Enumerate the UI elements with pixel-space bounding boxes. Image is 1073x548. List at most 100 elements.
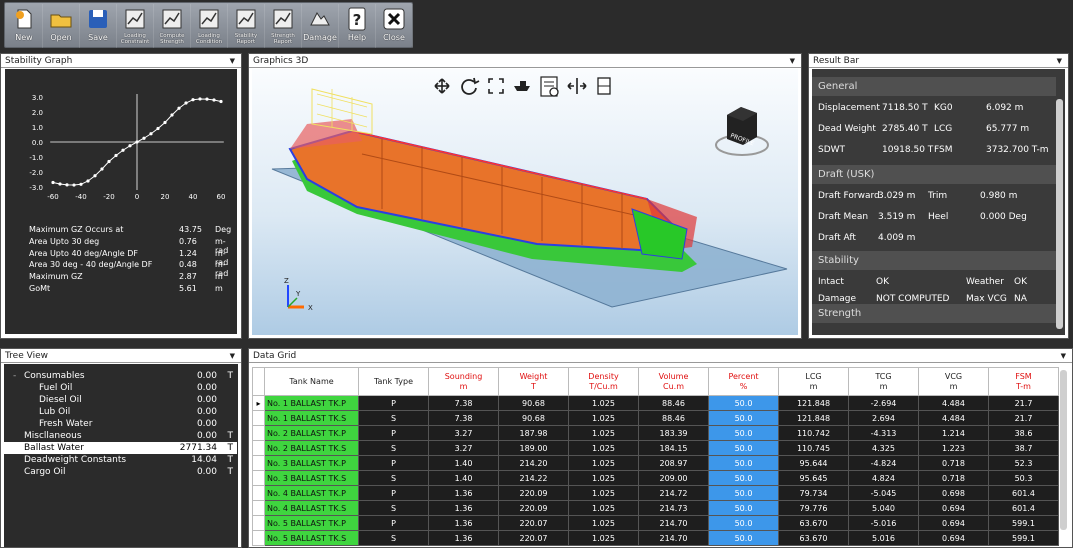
compute-strength-button[interactable]: Compute Strength: [154, 4, 191, 48]
table-cell[interactable]: 1.025: [568, 485, 639, 501]
column-header[interactable]: LCG m: [778, 367, 849, 396]
table-row[interactable]: No. 4 BALLAST TK.P P 1.36 220.09 1.025 214.72…: [252, 485, 1059, 501]
save-button[interactable]: Save: [80, 4, 117, 48]
table-cell[interactable]: 1.025: [568, 455, 639, 471]
table-cell[interactable]: 50.0: [708, 395, 779, 411]
table-cell[interactable]: 209.00: [638, 470, 709, 486]
result-scrollbar[interactable]: [1056, 99, 1063, 329]
table-cell[interactable]: 0.694: [918, 515, 989, 531]
panel-menu-arrow-icon[interactable]: ▼: [230, 54, 235, 68]
table-cell[interactable]: 1.025: [568, 395, 639, 411]
column-header[interactable]: VCG m: [918, 367, 989, 396]
table-cell[interactable]: 4.824: [848, 470, 919, 486]
table-cell[interactable]: 601.4: [988, 500, 1059, 516]
column-header[interactable]: FSM T-m: [988, 367, 1059, 396]
table-cell[interactable]: No. 2 BALLAST TK.S: [264, 440, 359, 456]
panel-menu-arrow-icon[interactable]: ▼: [790, 54, 795, 68]
table-cell[interactable]: P: [358, 485, 429, 501]
loading-constraint-button[interactable]: Loading Constraint: [117, 4, 154, 48]
table-cell[interactable]: S: [358, 500, 429, 516]
table-row[interactable]: No. 5 BALLAST TK.S S 1.36 220.07 1.025 214.70…: [252, 530, 1059, 546]
table-cell[interactable]: S: [358, 410, 429, 426]
row-header[interactable]: [252, 515, 265, 531]
strength-report-button[interactable]: Strength Report: [265, 4, 302, 48]
table-cell[interactable]: No. 4 BALLAST TK.P: [264, 485, 359, 501]
table-cell[interactable]: 50.0: [708, 485, 779, 501]
row-header[interactable]: [252, 455, 265, 471]
row-header[interactable]: ▸: [252, 395, 265, 411]
table-cell[interactable]: 1.214: [918, 425, 989, 441]
table-cell[interactable]: 214.22: [498, 470, 569, 486]
ship-view-icon[interactable]: [514, 81, 530, 91]
table-cell[interactable]: No. 4 BALLAST TK.S: [264, 500, 359, 516]
table-cell[interactable]: 50.0: [708, 515, 779, 531]
table-row[interactable]: No. 2 BALLAST TK.S S 3.27 189.00 1.025 184.15…: [252, 440, 1059, 456]
table-cell[interactable]: 0.698: [918, 485, 989, 501]
table-cell[interactable]: No. 1 BALLAST TK.S: [264, 410, 359, 426]
table-cell[interactable]: 220.09: [498, 500, 569, 516]
result-section-general[interactable]: General: [812, 77, 1056, 96]
table-row[interactable]: No. 3 BALLAST TK.P P 1.40 214.20 1.025 208.97…: [252, 455, 1059, 471]
tree-item[interactable]: Diesel Oil 0.00: [4, 394, 237, 406]
table-cell[interactable]: 50.0: [708, 500, 779, 516]
table-cell[interactable]: 214.20: [498, 455, 569, 471]
table-cell[interactable]: 5.016: [848, 530, 919, 546]
table-cell[interactable]: 50.3: [988, 470, 1059, 486]
table-cell[interactable]: 50.0: [708, 410, 779, 426]
panel-menu-arrow-icon[interactable]: ▼: [230, 349, 235, 363]
column-header[interactable]: TCG m: [848, 367, 919, 396]
table-cell[interactable]: 183.39: [638, 425, 709, 441]
table-cell[interactable]: 1.40: [428, 455, 499, 471]
table-row[interactable]: No. 1 BALLAST TK.S S 7.38 90.68 1.025 88.46 50…: [252, 410, 1059, 426]
table-cell[interactable]: 50.0: [708, 440, 779, 456]
table-cell[interactable]: 214.70: [638, 515, 709, 531]
grid-scrollbar[interactable]: [1060, 370, 1067, 530]
table-cell[interactable]: 1.025: [568, 470, 639, 486]
row-header[interactable]: [252, 485, 265, 501]
table-cell[interactable]: 1.36: [428, 530, 499, 546]
row-header[interactable]: [252, 500, 265, 516]
result-section-stability[interactable]: Stability: [812, 251, 1056, 270]
tree-item[interactable]: Ballast Water 2771.34 T: [4, 442, 237, 454]
column-header[interactable]: Weight T: [498, 367, 569, 396]
table-cell[interactable]: No. 1 BALLAST TK.P: [264, 395, 359, 411]
table-cell[interactable]: 599.1: [988, 530, 1059, 546]
pan-icon[interactable]: [434, 78, 450, 94]
stability-report-button[interactable]: Stability Report: [228, 4, 265, 48]
3d-viewport[interactable]: PROFILE Z Y X: [252, 69, 798, 335]
table-cell[interactable]: -4.313: [848, 425, 919, 441]
table-cell[interactable]: 220.09: [498, 485, 569, 501]
table-cell[interactable]: 63.670: [778, 515, 849, 531]
table-cell[interactable]: No. 5 BALLAST TK.P: [264, 515, 359, 531]
table-cell[interactable]: 1.025: [568, 515, 639, 531]
table-cell[interactable]: -5.045: [848, 485, 919, 501]
table-cell[interactable]: 90.68: [498, 395, 569, 411]
table-cell[interactable]: 214.72: [638, 485, 709, 501]
result-section-strength[interactable]: Strength: [812, 304, 1056, 323]
table-cell[interactable]: 4.484: [918, 410, 989, 426]
new-button[interactable]: New: [6, 4, 43, 48]
table-cell[interactable]: 7.38: [428, 395, 499, 411]
table-cell[interactable]: 189.00: [498, 440, 569, 456]
table-cell[interactable]: 0.718: [918, 470, 989, 486]
table-cell[interactable]: 79.776: [778, 500, 849, 516]
table-cell[interactable]: 4.484: [918, 395, 989, 411]
table-cell[interactable]: P: [358, 515, 429, 531]
close-button[interactable]: Close: [376, 4, 413, 48]
table-cell[interactable]: -5.016: [848, 515, 919, 531]
table-cell[interactable]: 88.46: [638, 410, 709, 426]
table-cell[interactable]: 63.670: [778, 530, 849, 546]
table-cell[interactable]: 3.27: [428, 425, 499, 441]
table-cell[interactable]: 38.7: [988, 440, 1059, 456]
tree-item[interactable]: Miscllaneous 0.00 T: [4, 430, 237, 442]
table-cell[interactable]: No. 3 BALLAST TK.P: [264, 455, 359, 471]
column-header[interactable]: Sounding m: [428, 367, 499, 396]
table-cell[interactable]: 50.0: [708, 530, 779, 546]
damage-button[interactable]: Damage: [302, 4, 339, 48]
row-header[interactable]: [252, 530, 265, 546]
table-cell[interactable]: 2.694: [848, 410, 919, 426]
table-cell[interactable]: 1.025: [568, 440, 639, 456]
table-cell[interactable]: 7.38: [428, 410, 499, 426]
table-cell[interactable]: 21.7: [988, 395, 1059, 411]
tree-item[interactable]: Fuel Oil 0.00: [4, 382, 237, 394]
